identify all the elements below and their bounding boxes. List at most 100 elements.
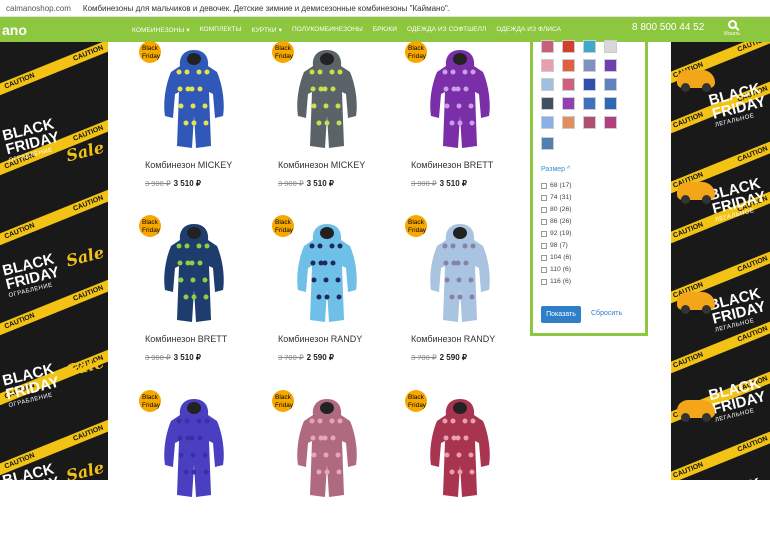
color-swatch[interactable] (562, 40, 575, 53)
color-swatch[interactable] (604, 116, 617, 129)
product-image[interactable] (425, 220, 495, 330)
size-option[interactable]: 92 (19) (541, 230, 572, 237)
color-swatch[interactable] (583, 97, 596, 110)
color-swatch[interactable] (541, 137, 554, 150)
color-swatch[interactable] (562, 59, 575, 72)
product-name[interactable]: Комбинезон BRETT (411, 160, 493, 170)
product-prices: 3 900 ₽3 510 ₽ (278, 179, 334, 188)
color-swatch[interactable] (562, 78, 575, 91)
product-card[interactable]: Black Friday Комбинезон BRETT 3 900 ₽3 510… (405, 38, 515, 198)
color-swatch[interactable] (562, 97, 575, 110)
size-option[interactable]: 80 (26) (541, 206, 572, 213)
current-price: 3 510 ₽ (173, 179, 201, 188)
black-friday-badge: Black Friday (405, 215, 427, 237)
product-image[interactable] (425, 395, 495, 505)
size-checkbox[interactable] (541, 182, 547, 189)
product-name[interactable]: Комбинезон MICKEY (278, 160, 365, 170)
nav-item[interactable]: ПОЛУКОМБИНЕЗОНЫ (292, 26, 363, 33)
size-option[interactable]: 110 (6) (541, 266, 571, 273)
size-label: 80 (26) (550, 206, 572, 213)
site-host: caimanoshop.com (6, 3, 71, 13)
black-friday-word: BLACK FRIDAY (707, 475, 767, 480)
nav-menu: КОМБИНЕЗОНЫ ▾ КОМПЛЕКТЫ КУРТКИ ▾ ПОЛУКОМБИН… (132, 26, 571, 34)
color-swatch[interactable] (562, 116, 575, 129)
color-swatch[interactable] (583, 78, 596, 91)
product-card[interactable]: Black Friday (272, 387, 382, 547)
left-promo-banner[interactable]: CAUTION CAUTION CAUTION CAUTION CAUTION CAUTI… (0, 42, 108, 480)
product-name[interactable]: Комбинезон MICKEY (145, 160, 232, 170)
size-checkbox[interactable] (541, 242, 547, 249)
size-checkbox[interactable] (541, 206, 547, 213)
color-swatch[interactable] (541, 78, 554, 91)
product-image[interactable] (159, 395, 229, 505)
color-swatch[interactable] (541, 59, 554, 72)
black-friday-badge: Black Friday (405, 390, 427, 412)
nav-item[interactable]: КУРТКИ ▾ (252, 26, 282, 34)
black-friday-text: BLACK FRIDAYЛЕГАЛЬНОЕ (707, 375, 770, 424)
apply-filter-button[interactable]: Показать (541, 306, 581, 323)
search-button[interactable]: Искать (722, 18, 742, 41)
old-price: 3 900 ₽ (145, 353, 171, 362)
product-card[interactable]: Black Friday Комбинезон MICKEY 3 900 ₽3 51… (139, 38, 249, 198)
black-friday-text: BLACK FRIDAYЛЕГАЛЬНОЕ (707, 80, 770, 129)
size-option[interactable]: 86 (26) (541, 218, 572, 225)
product-name[interactable]: Комбинезон RANDY (411, 334, 495, 344)
product-image[interactable] (425, 46, 495, 156)
size-checkbox[interactable] (541, 194, 547, 201)
size-checkbox[interactable] (541, 230, 547, 237)
product-image[interactable] (292, 46, 362, 156)
product-prices: 3 700 ₽2 590 ₽ (411, 353, 467, 362)
phone-number[interactable]: 8 800 500 44 52 (632, 22, 704, 33)
car-icon (677, 182, 715, 204)
size-option[interactable]: 116 (6) (541, 278, 571, 285)
old-price: 3 900 ₽ (278, 179, 304, 188)
product-card[interactable]: Black Friday Комбинезон RANDY 3 700 ₽2 590… (272, 212, 382, 372)
site-logo[interactable]: ano (0, 17, 40, 42)
product-image[interactable] (292, 220, 362, 330)
color-swatch[interactable] (541, 97, 554, 110)
nav-item[interactable]: КОМБИНЕЗОНЫ ▾ (132, 26, 190, 34)
nav-item[interactable]: БРЮКИ (373, 26, 397, 33)
color-swatch[interactable] (583, 116, 596, 129)
color-swatch[interactable] (604, 78, 617, 91)
color-swatch[interactable] (583, 59, 596, 72)
size-checkbox[interactable] (541, 218, 547, 225)
color-swatch[interactable] (604, 97, 617, 110)
product-card[interactable]: Black Friday (139, 387, 249, 547)
nav-item[interactable]: ОДЕЖДА ИЗ ФЛИСА (496, 26, 561, 33)
color-swatch[interactable] (583, 40, 596, 53)
product-name[interactable]: Комбинезон BRETT (145, 334, 227, 344)
black-friday-badge: Black Friday (139, 390, 161, 412)
color-swatch[interactable] (541, 116, 554, 129)
size-option[interactable]: 104 (6) (541, 254, 572, 261)
product-card[interactable]: Black Friday Комбинезон MICKEY 3 900 ₽3 51… (272, 38, 382, 198)
product-prices: 3 900 ₽3 510 ₽ (145, 353, 201, 362)
size-checkbox[interactable] (541, 278, 547, 285)
size-option[interactable]: 74 (31) (541, 194, 572, 201)
size-filter-heading[interactable]: Размер ^ (541, 166, 570, 173)
old-price: 3 700 ₽ (278, 353, 304, 362)
caution-word: CAUTION (72, 424, 105, 443)
product-name[interactable]: Комбинезон RANDY (278, 334, 362, 344)
nav-item[interactable]: ОДЕЖДА ИЗ СОФТШЕЛЛ (407, 26, 486, 33)
color-swatch[interactable] (541, 40, 554, 53)
color-swatch[interactable] (604, 59, 617, 72)
product-image[interactable] (292, 395, 362, 505)
black-friday-text: BLACK FRIDAYЛЕГАЛЬНОЕ (707, 475, 770, 480)
product-image[interactable] (159, 220, 229, 330)
product-card[interactable]: Black Friday (405, 387, 515, 547)
nav-item[interactable]: КОМПЛЕКТЫ (200, 26, 242, 33)
product-card[interactable]: Black Friday Комбинезон RANDY 3 700 ₽2 590… (405, 212, 515, 372)
right-promo-banner[interactable]: CAUTION CAUTION CAUTION CAUTION CAUTION CAUTI… (671, 42, 770, 480)
reset-filter-link[interactable]: Сбросить (591, 310, 622, 317)
black-friday-badge: Black Friday (405, 41, 427, 63)
caution-tape: CAUTION CAUTION (0, 42, 108, 101)
size-option[interactable]: 68 (17) (541, 182, 572, 189)
size-checkbox[interactable] (541, 254, 547, 261)
size-checkbox[interactable] (541, 266, 547, 273)
caution-word: CAUTION (736, 42, 769, 54)
product-card[interactable]: Black Friday Комбинезон BRETT 3 900 ₽3 510… (139, 212, 249, 372)
size-option[interactable]: 98 (7) (541, 242, 568, 249)
product-image[interactable] (159, 46, 229, 156)
color-swatch[interactable] (604, 40, 617, 53)
